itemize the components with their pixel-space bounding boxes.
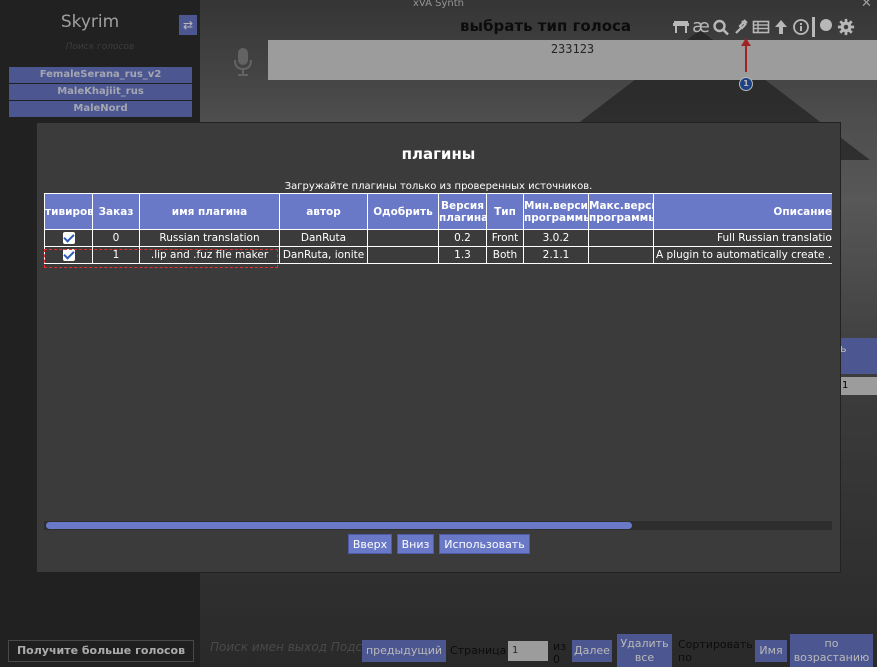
- plugins-table-container[interactable]: тивиров Заказ имя плагина автор Одобрить…: [44, 193, 832, 529]
- description-text: Full Russian translation: [717, 232, 832, 244]
- approve-cell: [367, 246, 439, 264]
- col-enabled[interactable]: тивиров: [44, 193, 93, 230]
- enabled-cell[interactable]: [44, 246, 93, 264]
- scrollbar-thumb[interactable]: [46, 522, 632, 529]
- description-text: A plugin to automatically create .lip an…: [656, 249, 832, 261]
- type-cell: Both: [486, 246, 524, 264]
- col-max-version[interactable]: Макс.версия программы: [588, 193, 654, 230]
- col-description[interactable]: Описание: [653, 193, 832, 230]
- table-row[interactable]: 0 Russian translation DanRuta 0.2 Front …: [44, 229, 832, 247]
- version-cell: 1.3: [438, 246, 487, 264]
- plugin-name-cell: Russian translation: [139, 229, 280, 247]
- modal-title: плагины: [401, 145, 476, 163]
- enabled-cell[interactable]: [44, 229, 93, 247]
- col-author[interactable]: автор: [279, 193, 368, 230]
- type-cell: Front: [486, 229, 524, 247]
- min-version-cell: 2.1.1: [523, 246, 589, 264]
- plugin-name-cell: .lip and .fuz file maker: [139, 246, 280, 264]
- max-version-cell: [588, 229, 654, 247]
- table-row[interactable]: 1 .lip and .fuz file maker DanRuta, ioni…: [44, 246, 832, 264]
- author-cell: DanRuta, ionite: [279, 246, 368, 264]
- order-cell: 1: [92, 246, 140, 264]
- author-cell: DanRuta: [279, 229, 368, 247]
- move-down-button[interactable]: Вниз: [397, 534, 434, 554]
- enabled-checkbox[interactable]: [62, 232, 75, 244]
- description-cell: A plugin to automatically create .lip an…: [653, 246, 832, 264]
- plugins-modal: плагины Загружайте плагины только из про…: [36, 122, 841, 573]
- col-order[interactable]: Заказ: [92, 193, 140, 230]
- min-version-cell: 3.0.2: [523, 229, 589, 247]
- plugins-table: тивиров Заказ имя плагина автор Одобрить…: [44, 193, 832, 264]
- col-min-version[interactable]: Мин.версия программы: [523, 193, 589, 230]
- enabled-checkbox[interactable]: [62, 249, 75, 261]
- col-plugin-version[interactable]: Версия плагина: [438, 193, 487, 230]
- order-cell: 0: [92, 229, 140, 247]
- table-header-row: тивиров Заказ имя плагина автор Одобрить…: [44, 193, 832, 230]
- use-button[interactable]: Использовать: [439, 534, 530, 554]
- version-cell: 0.2: [438, 229, 487, 247]
- approve-cell: [367, 229, 439, 247]
- col-type[interactable]: Тип: [486, 193, 524, 230]
- plugin-warning-text: Загружайте плагины только из проверенных…: [284, 181, 593, 192]
- col-approve[interactable]: Одобрить: [367, 193, 439, 230]
- description-cell: Full Russian translation: [653, 229, 832, 247]
- move-up-button[interactable]: Вверх: [348, 534, 392, 554]
- horizontal-scrollbar[interactable]: [44, 521, 832, 530]
- col-plugin-name[interactable]: имя плагина: [139, 193, 280, 230]
- max-version-cell: [588, 246, 654, 264]
